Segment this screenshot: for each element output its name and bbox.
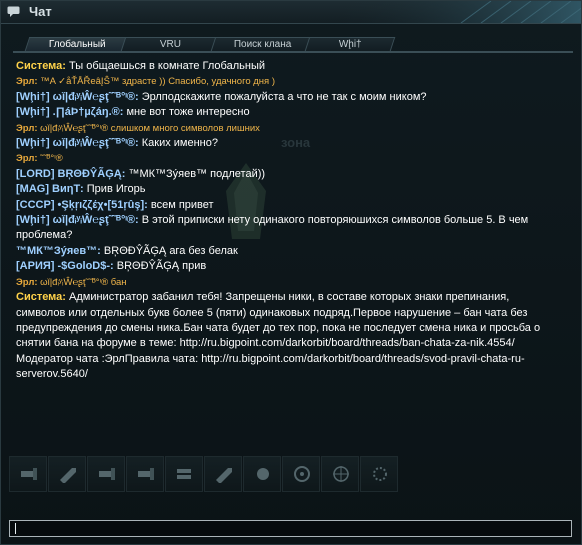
laser-ammo-icon: [21, 468, 37, 480]
target-icon: [333, 466, 349, 482]
chat-message: [Wḩi†] .∏áÞ†µζáŋ.®: мне вот тоже интерес…: [16, 105, 556, 120]
message-text: Прив Игорь: [83, 183, 146, 196]
message-sender[interactable]: Эрл:: [16, 123, 38, 134]
chat-bubble-icon: [7, 6, 20, 17]
message-text: ΒŖΘĐŶÃĢĄ прив: [113, 260, 207, 273]
tab-clan[interactable]: Wḩi†: [304, 37, 396, 51]
chat-message: [MAG] ВиηТ: Прив Игорь: [16, 182, 556, 197]
chat-tabs: Глобальный VRU Поиск клана Wḩi†: [15, 37, 575, 51]
message-sender[interactable]: Эрл:: [16, 277, 38, 288]
chat-message: [Wḩi†] ωǐ|đᵢʸᵢŴ℮ʂţ˜˜ᴮ°ᶦ®: Каких именно?: [16, 136, 556, 151]
chat-message: [CCCP] •Şķŗıζζέχ•[51ŗûş]: всем привет: [16, 198, 556, 213]
message-text: ωǐ|đᵢʸᵢŴ℮ʂţ˜˜ᴮ°ᶦ® бан: [37, 276, 127, 288]
message-text: Каких именно?: [138, 137, 218, 150]
tab-global-label: Глобальный: [48, 39, 106, 50]
message-sender[interactable]: [LORD] ΒŖΘĐŶÃĢĄ:: [16, 168, 125, 180]
message-text: ΒŖΘĐŶÃĢĄ ага без белак: [100, 244, 238, 257]
mine-icon: [257, 468, 269, 480]
tab-clan-search[interactable]: Поиск клана: [210, 37, 316, 51]
chat-message: ™МК™Зýяев™: ΒŖΘĐŶÃĢĄ ага без белак: [16, 244, 556, 259]
hotbar-slot[interactable]: [360, 456, 398, 492]
hotbar-slot[interactable]: [321, 456, 359, 492]
title-decoration: [341, 1, 581, 23]
tab-clan-label: Wḩi†: [338, 39, 362, 50]
hotbar-slot[interactable]: [165, 456, 203, 492]
message-sender[interactable]: [Wḩi†] ωǐ|đᵢʸᵢŴ℮ʂţ˜˜ᴮ°ᶦ®:: [16, 214, 139, 226]
chat-input-bar[interactable]: [9, 520, 572, 538]
tab-vru-label: VRU: [160, 39, 182, 50]
chat-message: [Wḩi†] ωǐ|đᵢʸᵢŴ℮ʂţ˜˜ᴮ°ᶦ®: В этой приписк…: [16, 213, 556, 244]
tab-underline: [13, 51, 573, 53]
chat-input[interactable]: [18, 521, 572, 538]
message-sender[interactable]: [Wḩi†] ωǐ|đᵢʸᵢŴ℮ʂţ˜˜ᴮ°ᶦ®:: [16, 91, 139, 103]
chat-message: Эрл: ™A ✓åŤÅŘeâĮŜ™ здрасте )) Спасибо, у…: [16, 74, 556, 89]
message-text: ™A ✓åŤÅŘeâĮŜ™ здрасте )) Спасибо, удачно…: [37, 76, 275, 88]
message-list: Система: Ты общаешься в комнате Глобальн…: [16, 59, 556, 383]
hotbar: [9, 456, 409, 494]
hotbar-slot[interactable]: [48, 456, 86, 492]
message-sender[interactable]: [CCCP] •Şķŗıζζέχ•[51ŗûş]:: [16, 199, 148, 211]
chat-message: Система: Администратор забанил тебя! Зап…: [16, 290, 556, 382]
chat-message: Система: Ты общаешься в комнате Глобальн…: [16, 59, 556, 74]
message-text: ωǐ|đᵢʸᵢŴ℮ʂţ˜˜ᴮ°ᶦ® слишком много символов…: [37, 122, 260, 134]
hotbar-slot[interactable]: [204, 456, 242, 492]
window-title: Чат: [29, 4, 52, 19]
settings-icon: [373, 467, 387, 481]
message-text: Администратор забанил тебя! Запрещены ни…: [16, 291, 541, 381]
message-text: всем привет: [147, 198, 214, 211]
radiation-icon: [294, 466, 310, 482]
message-text: мне вот тоже интересно: [123, 106, 250, 119]
message-sender[interactable]: [Wḩi†] .∏áÞ†µζáŋ.®:: [16, 106, 123, 118]
text-caret: [15, 523, 16, 534]
hotbar-slot[interactable]: [9, 456, 47, 492]
message-text: Ты общаешься в комнате Глобальный: [65, 60, 265, 72]
tab-vru[interactable]: VRU: [120, 37, 222, 51]
rocket-launcher-icon: [177, 469, 191, 479]
message-sender[interactable]: Система:: [16, 60, 66, 72]
message-sender[interactable]: [АРИЯ] -$GoloD$-:: [16, 260, 114, 272]
chat-message: Эрл: ˜˜ᴮ°ᶦ®: [16, 151, 556, 166]
laser-ammo-icon: [138, 468, 154, 480]
chat-message: [LORD] ΒŖΘĐŶÃĢĄ: ™МК™Зýяев™ подлетай)): [16, 167, 556, 182]
rocket-icon: [216, 468, 232, 483]
chat-message: [АРИЯ] -$GoloD$-: ΒŖΘĐŶÃĢĄ прив: [16, 259, 556, 274]
chat-message: Эрл: ωǐ|đᵢʸᵢŴ℮ʂţ˜˜ᴮ°ᶦ® слишком много сим…: [16, 121, 556, 136]
tab-clan-search-label: Поиск клана: [234, 39, 292, 50]
title-bar[interactable]: Чат: [1, 1, 581, 24]
message-sender[interactable]: Эрл:: [16, 153, 38, 164]
message-sender[interactable]: ™МК™Зýяев™:: [16, 245, 101, 257]
chat-message: [Wḩi†] ωǐ|đᵢʸᵢŴ℮ʂţ˜˜ᴮ°ᶦ®: Эрлподскажите …: [16, 90, 556, 105]
chat-message: Эрл: ωǐ|đᵢʸᵢŴ℮ʂţ˜˜ᴮ°ᶦ® бан: [16, 275, 556, 290]
chat-window: Чат Глобальный VRU Поиск клана Wḩi† зона…: [0, 0, 582, 545]
hotbar-slot[interactable]: [243, 456, 281, 492]
message-sender[interactable]: Эрл:: [16, 76, 38, 87]
message-sender[interactable]: Система:: [16, 291, 66, 303]
hotbar-slot[interactable]: [282, 456, 320, 492]
message-text: ™МК™Зýяев™ подлетай)): [125, 167, 266, 180]
hotbar-slot[interactable]: [87, 456, 125, 492]
tab-global[interactable]: Глобальный: [24, 37, 130, 51]
hotbar-slot[interactable]: [126, 456, 164, 492]
message-sender[interactable]: [MAG] ВиηТ:: [16, 183, 84, 195]
rocket-icon: [60, 468, 76, 483]
message-sender[interactable]: [Wḩi†] ωǐ|đᵢʸᵢŴ℮ʂţ˜˜ᴮ°ᶦ®:: [16, 137, 139, 149]
message-text: ˜˜ᴮ°ᶦ®: [37, 153, 63, 165]
laser-ammo-icon: [99, 468, 115, 480]
message-text: Эрлподскажите пожалуйста а что не так с …: [138, 90, 427, 103]
